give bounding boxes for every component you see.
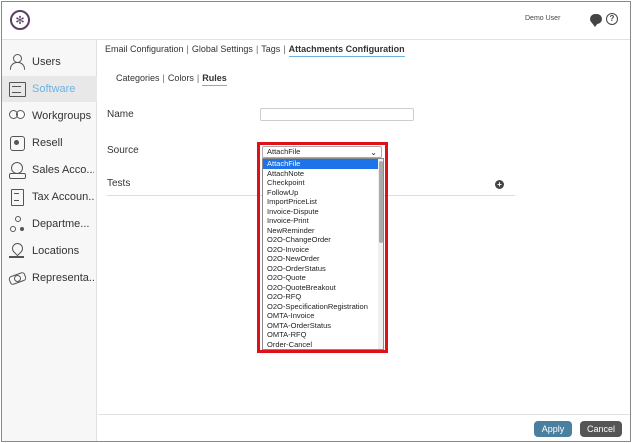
departments-icon	[8, 215, 26, 233]
source-label: Source	[107, 145, 139, 156]
dropdown-option[interactable]: OMTA-RFQ	[263, 330, 383, 340]
sidebar-item-workgroups[interactable]: Workgroups	[2, 103, 97, 129]
dropdown-option[interactable]: FollowUp	[263, 188, 383, 198]
dropdown-option[interactable]: ImportPriceList	[263, 197, 383, 207]
tax-accounts-icon	[8, 188, 26, 206]
primary-tabs: Email Configuration | Global Settings | …	[105, 44, 408, 57]
sidebar-item-departments[interactable]: Departme...	[2, 211, 97, 237]
tab-attachments-configuration[interactable]: Attachments Configuration	[288, 44, 405, 57]
sidebar-item-label: Users	[32, 56, 61, 68]
scrollbar-thumb[interactable]	[379, 161, 383, 243]
resell-icon	[8, 134, 26, 152]
tab-separator: |	[162, 73, 165, 83]
help-icon[interactable]: ?	[606, 13, 618, 25]
dropdown-option[interactable]: O2O-QuoteBreakout	[263, 283, 383, 293]
app-logo-icon[interactable]: ✻	[10, 10, 30, 30]
sales-accounts-icon	[8, 161, 26, 179]
dropdown-option[interactable]: Invoice-Dispute	[263, 207, 383, 217]
tab-separator: |	[255, 44, 259, 54]
dropdown-option[interactable]: O2O-Invoice	[263, 245, 383, 255]
name-input[interactable]	[260, 108, 414, 121]
sidebar-item-label: Departme...	[32, 218, 90, 230]
tab-colors[interactable]: Colors	[168, 73, 194, 86]
software-icon	[8, 80, 26, 98]
apply-button[interactable]: Apply	[534, 421, 572, 437]
tab-separator: |	[196, 73, 200, 83]
dropdown-option[interactable]: O2O-Quote	[263, 273, 383, 283]
sidebar-item-resell[interactable]: Resell	[2, 130, 97, 156]
dropdown-option[interactable]: O2O-NewOrder	[263, 254, 383, 264]
scrollbar[interactable]	[378, 159, 383, 349]
footer-divider	[98, 414, 630, 415]
sidebar-item-label: Tax Accoun...	[32, 191, 94, 203]
tab-categories[interactable]: Categories	[116, 73, 160, 86]
dropdown-option[interactable]: Order-Cancel	[263, 340, 383, 350]
sidebar-item-label: Workgroups	[32, 110, 92, 122]
locations-icon	[8, 242, 26, 260]
dropdown-option[interactable]: O2O-SpecificationRegistration	[263, 302, 383, 312]
workgroups-icon	[8, 107, 26, 125]
dropdown-option[interactable]: AttachFile	[263, 159, 383, 169]
name-label: Name	[107, 109, 134, 120]
tests-label: Tests	[107, 178, 131, 189]
dropdown-option[interactable]: OMTA-OrderStatus	[263, 321, 383, 331]
sidebar: Users Software Workgroups Resell Sales A…	[2, 40, 97, 441]
sidebar-item-software[interactable]: Software	[2, 76, 97, 102]
dropdown-option[interactable]: Invoice-Print	[263, 216, 383, 226]
chevron-down-icon: ⌄	[370, 148, 377, 157]
app-window: ✻ Demo User ? Users Software Workgroups …	[1, 1, 631, 442]
user-icon	[8, 53, 26, 71]
tab-tags[interactable]: Tags	[261, 44, 280, 57]
sidebar-item-label: Resell	[32, 137, 63, 149]
user-name[interactable]: Demo User	[525, 15, 560, 22]
tab-rules[interactable]: Rules	[202, 73, 227, 86]
tab-global-settings[interactable]: Global Settings	[192, 44, 253, 57]
sidebar-item-users[interactable]: Users	[2, 49, 97, 75]
tab-separator: |	[186, 44, 189, 54]
dropdown-option[interactable]: NewReminder	[263, 226, 383, 236]
dropdown-option[interactable]: AttachNote	[263, 169, 383, 179]
dropdown-option[interactable]: Checkpoint	[263, 178, 383, 188]
sidebar-item-tax-accounts[interactable]: Tax Accoun...	[2, 184, 97, 210]
add-test-icon[interactable]: +	[495, 180, 504, 189]
source-options-list[interactable]: AttachFile AttachNote Checkpoint FollowUp Im…	[262, 158, 384, 350]
representatives-icon	[8, 269, 26, 287]
sidebar-item-label: Software	[32, 83, 76, 95]
sidebar-item-sales-accounts[interactable]: Sales Acco...	[2, 157, 97, 183]
source-select[interactable]: AttachFile ⌄	[262, 146, 382, 158]
dropdown-option[interactable]: O2O-ChangeOrder	[263, 235, 383, 245]
top-bar: ✻ Demo User ?	[2, 2, 630, 40]
dropdown-option[interactable]: O2O-RFQ	[263, 292, 383, 302]
dropdown-option[interactable]: O2O-OrderStatus	[263, 264, 383, 274]
sidebar-item-locations[interactable]: Locations	[2, 238, 97, 264]
dropdown-option[interactable]: OMTA-Invoice	[263, 311, 383, 321]
secondary-tabs: Categories | Colors | Rules	[116, 73, 230, 86]
sidebar-item-representatives[interactable]: Representa...	[2, 265, 97, 291]
cancel-button[interactable]: Cancel	[580, 421, 622, 437]
source-select-value: AttachFile	[267, 147, 301, 156]
sidebar-item-label: Locations	[32, 245, 80, 257]
sidebar-item-label: Representa...	[32, 272, 94, 284]
sidebar-item-label: Sales Acco...	[32, 164, 94, 176]
tab-separator: |	[283, 44, 286, 54]
tab-email-configuration[interactable]: Email Configuration	[105, 44, 184, 57]
chat-icon[interactable]	[590, 14, 602, 27]
